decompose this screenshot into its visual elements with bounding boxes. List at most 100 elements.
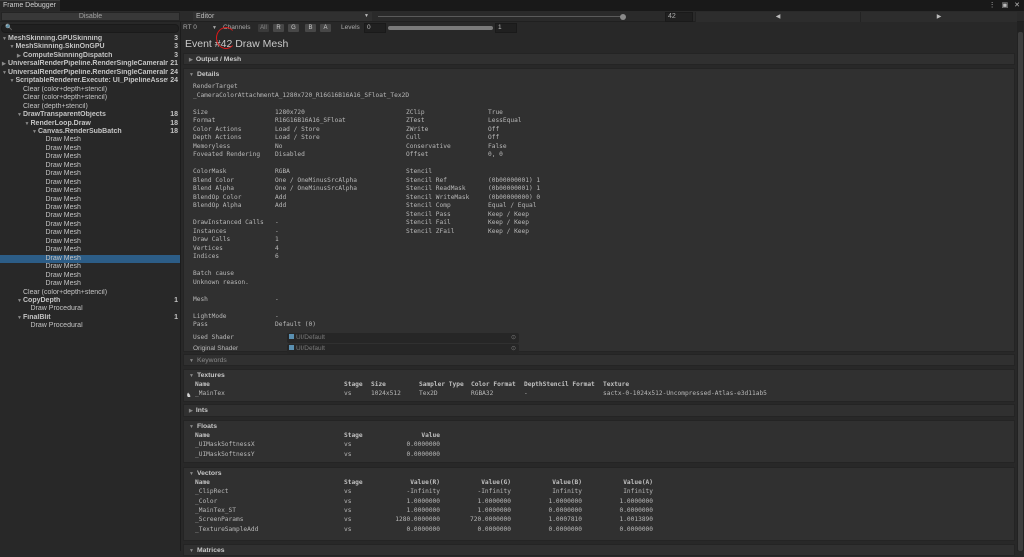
table-cell: _ScreenParams — [195, 516, 244, 524]
original-shader-field[interactable]: UI/Default ⊙ — [287, 344, 519, 354]
tree-item[interactable]: Draw Procedural — [0, 305, 180, 313]
tree-item[interactable]: ▼ RenderLoop.Draw 18 — [0, 120, 180, 128]
detail-value: Equal / Equal — [488, 202, 537, 209]
detail-value: Add — [275, 193, 287, 201]
chevron-down-icon[interactable]: ▼ — [2, 69, 7, 77]
target-dropdown[interactable]: Editor ▼ — [193, 12, 372, 21]
tree-item-label: ScriptableRenderer.Execute: UI_PipelineA… — [15, 77, 169, 85]
tree-item[interactable]: ▼ MeshSkinning.SkinOnGPU 3 — [0, 43, 180, 51]
tree-item-label: MeshSkinning.GPUSkinning — [8, 35, 103, 42]
tree-item[interactable]: Draw Mesh — [0, 238, 180, 246]
tree-item[interactable]: ▼ UniversalRenderPipeline.RenderSingleCam… — [0, 69, 180, 77]
tree-item[interactable]: Clear (depth+stencil) — [0, 103, 180, 111]
tree-item[interactable]: Draw Mesh — [0, 221, 180, 229]
table-cell: 1.0007810 — [548, 516, 582, 524]
details-header[interactable]: ▼ Details — [189, 69, 219, 80]
detail-value: R16G16B16A16_SFloat — [275, 117, 346, 124]
disable-button[interactable]: Disable — [1, 12, 180, 21]
next-event-button[interactable]: ▶ — [860, 12, 1017, 22]
section-keywords[interactable]: ▼ Keywords — [183, 354, 1015, 366]
tree-item[interactable]: ▼ DrawTransparentObjects 18 — [0, 111, 180, 119]
scrollbar-thumb[interactable] — [1018, 32, 1023, 551]
event-slider[interactable] — [378, 16, 623, 17]
tree-item[interactable]: Draw Procedural — [0, 322, 180, 330]
tree-item[interactable]: Draw Mesh — [0, 229, 180, 237]
tree-item[interactable]: ▼ CopyDepth 1 — [0, 297, 180, 305]
detail-value: Default (0) — [275, 321, 316, 328]
tree-item[interactable]: ▼ ScriptableRenderer.Execute: UI_Pipeline… — [0, 77, 180, 85]
tree-item[interactable]: Clear (color+depth+stencil) — [0, 86, 180, 94]
textures-header[interactable]: ▼ Textures — [189, 370, 225, 381]
chevron-right-icon[interactable]: ▶ — [2, 60, 6, 68]
search-input[interactable]: 🔍 — [1, 24, 179, 33]
chevron-down-icon[interactable]: ▼ — [17, 297, 22, 305]
chevron-down-icon[interactable]: ▼ — [32, 128, 37, 136]
render-target-dropdown[interactable]: RT 0 — [183, 24, 197, 32]
tree-item[interactable]: Draw Mesh — [0, 280, 180, 288]
tree-item[interactable]: Clear (color+depth+stencil) — [0, 94, 180, 102]
used-shader-field[interactable]: UI/Default ⊙ — [287, 333, 519, 343]
column-header-stage: Stage — [344, 432, 363, 439]
chevron-down-icon[interactable]: ▼ — [10, 43, 15, 51]
tree-item[interactable]: Draw Mesh — [0, 179, 180, 187]
tree-item[interactable]: Draw Mesh — [0, 196, 180, 204]
detail-label: Unknown reason. — [193, 278, 249, 286]
previous-event-button[interactable]: ◀ — [695, 12, 860, 22]
tree-item[interactable]: Draw Mesh — [0, 272, 180, 280]
tree-item[interactable]: Draw Mesh — [0, 246, 180, 254]
tree-item-label: Draw Mesh — [45, 204, 81, 211]
event-index-field[interactable]: 42 — [665, 12, 693, 22]
tree-item[interactable]: Draw Mesh — [0, 162, 180, 170]
tree-item[interactable]: Draw Mesh — [0, 263, 180, 271]
floats-header[interactable]: ▼ Floats — [189, 421, 217, 432]
tree-item[interactable]: Draw Mesh — [0, 136, 180, 144]
detail-label: ZWrite — [406, 125, 429, 133]
section-output-mesh[interactable]: ▶ Output / Mesh — [183, 53, 1015, 65]
tree-item-selected[interactable]: Draw Mesh — [0, 254, 180, 264]
chevron-down-icon[interactable]: ▼ — [25, 120, 30, 128]
section-ints[interactable]: ▶ Ints — [183, 404, 1015, 417]
levels-max-field[interactable]: 1 — [495, 23, 517, 33]
tree-item[interactable]: Draw Mesh — [0, 170, 180, 178]
tree-item[interactable]: Draw Mesh — [0, 187, 180, 195]
event-slider-handle[interactable] — [620, 13, 626, 20]
levels-min-field[interactable]: 0 — [364, 23, 386, 33]
chevron-right-icon[interactable]: ▶ — [17, 52, 21, 60]
tree-item[interactable]: Draw Mesh — [0, 204, 180, 212]
detail-label: Stencil WriteMask — [406, 193, 470, 201]
render-target-label: RenderTarget — [193, 83, 238, 90]
object-picker-icon[interactable]: ⊙ — [511, 333, 516, 343]
tree-item[interactable]: Draw Mesh — [0, 212, 180, 220]
chevron-down-icon[interactable]: ▼ — [17, 111, 22, 119]
tree-item-label: RenderLoop.Draw — [30, 119, 91, 127]
detail-label: Instances — [193, 227, 227, 235]
channel-b-button[interactable]: B — [305, 24, 316, 32]
window-controls[interactable]: ⋮ ▣ ✕ — [989, 1, 1022, 9]
chevron-down-icon[interactable]: ▼ — [17, 314, 22, 322]
tree-item[interactable]: ▶ UniversalRenderPipeline.RenderSingleCam… — [0, 60, 180, 68]
levels-range-slider[interactable] — [388, 26, 493, 30]
detail-value: (0b00000001) 1 — [488, 185, 541, 192]
tree-item[interactable]: Draw Mesh — [0, 153, 180, 161]
tree-item[interactable]: Draw Mesh — [0, 145, 180, 153]
detail-label: Stencil Ref — [406, 176, 447, 184]
channel-a-button[interactable]: A — [320, 24, 331, 32]
texture-preview-icon[interactable]: ♞ — [186, 392, 191, 399]
tree-item[interactable]: ▼ MeshSkinning.GPUSkinning 3 — [0, 35, 180, 43]
tab-frame-debugger[interactable]: Frame Debugger — [0, 0, 60, 11]
detail-label: Stencil Fail — [406, 219, 451, 226]
tree-item[interactable]: Clear (color+depth+stencil) — [0, 289, 180, 297]
tree-item[interactable]: ▼ Canvas.RenderSubBatch 18 — [0, 128, 180, 136]
object-picker-icon[interactable]: ⊙ — [511, 344, 516, 354]
detail-label: Format — [193, 117, 216, 124]
tree-item[interactable]: ▼ FinalBlit 1 — [0, 314, 180, 322]
tree-item-count: 21 — [170, 60, 178, 68]
section-matrices[interactable]: ▼ Matrices — [183, 544, 1015, 556]
channel-r-button[interactable]: R — [273, 24, 284, 32]
chevron-down-icon[interactable]: ▼ — [2, 35, 7, 43]
channel-all-button[interactable]: All — [258, 24, 269, 32]
tree-item[interactable]: ▶ ComputeSkinningDispatch 3 — [0, 52, 180, 60]
vectors-header[interactable]: ▼ Vectors — [189, 468, 222, 479]
channel-g-button[interactable]: G — [288, 24, 299, 32]
chevron-down-icon[interactable]: ▼ — [10, 77, 15, 85]
